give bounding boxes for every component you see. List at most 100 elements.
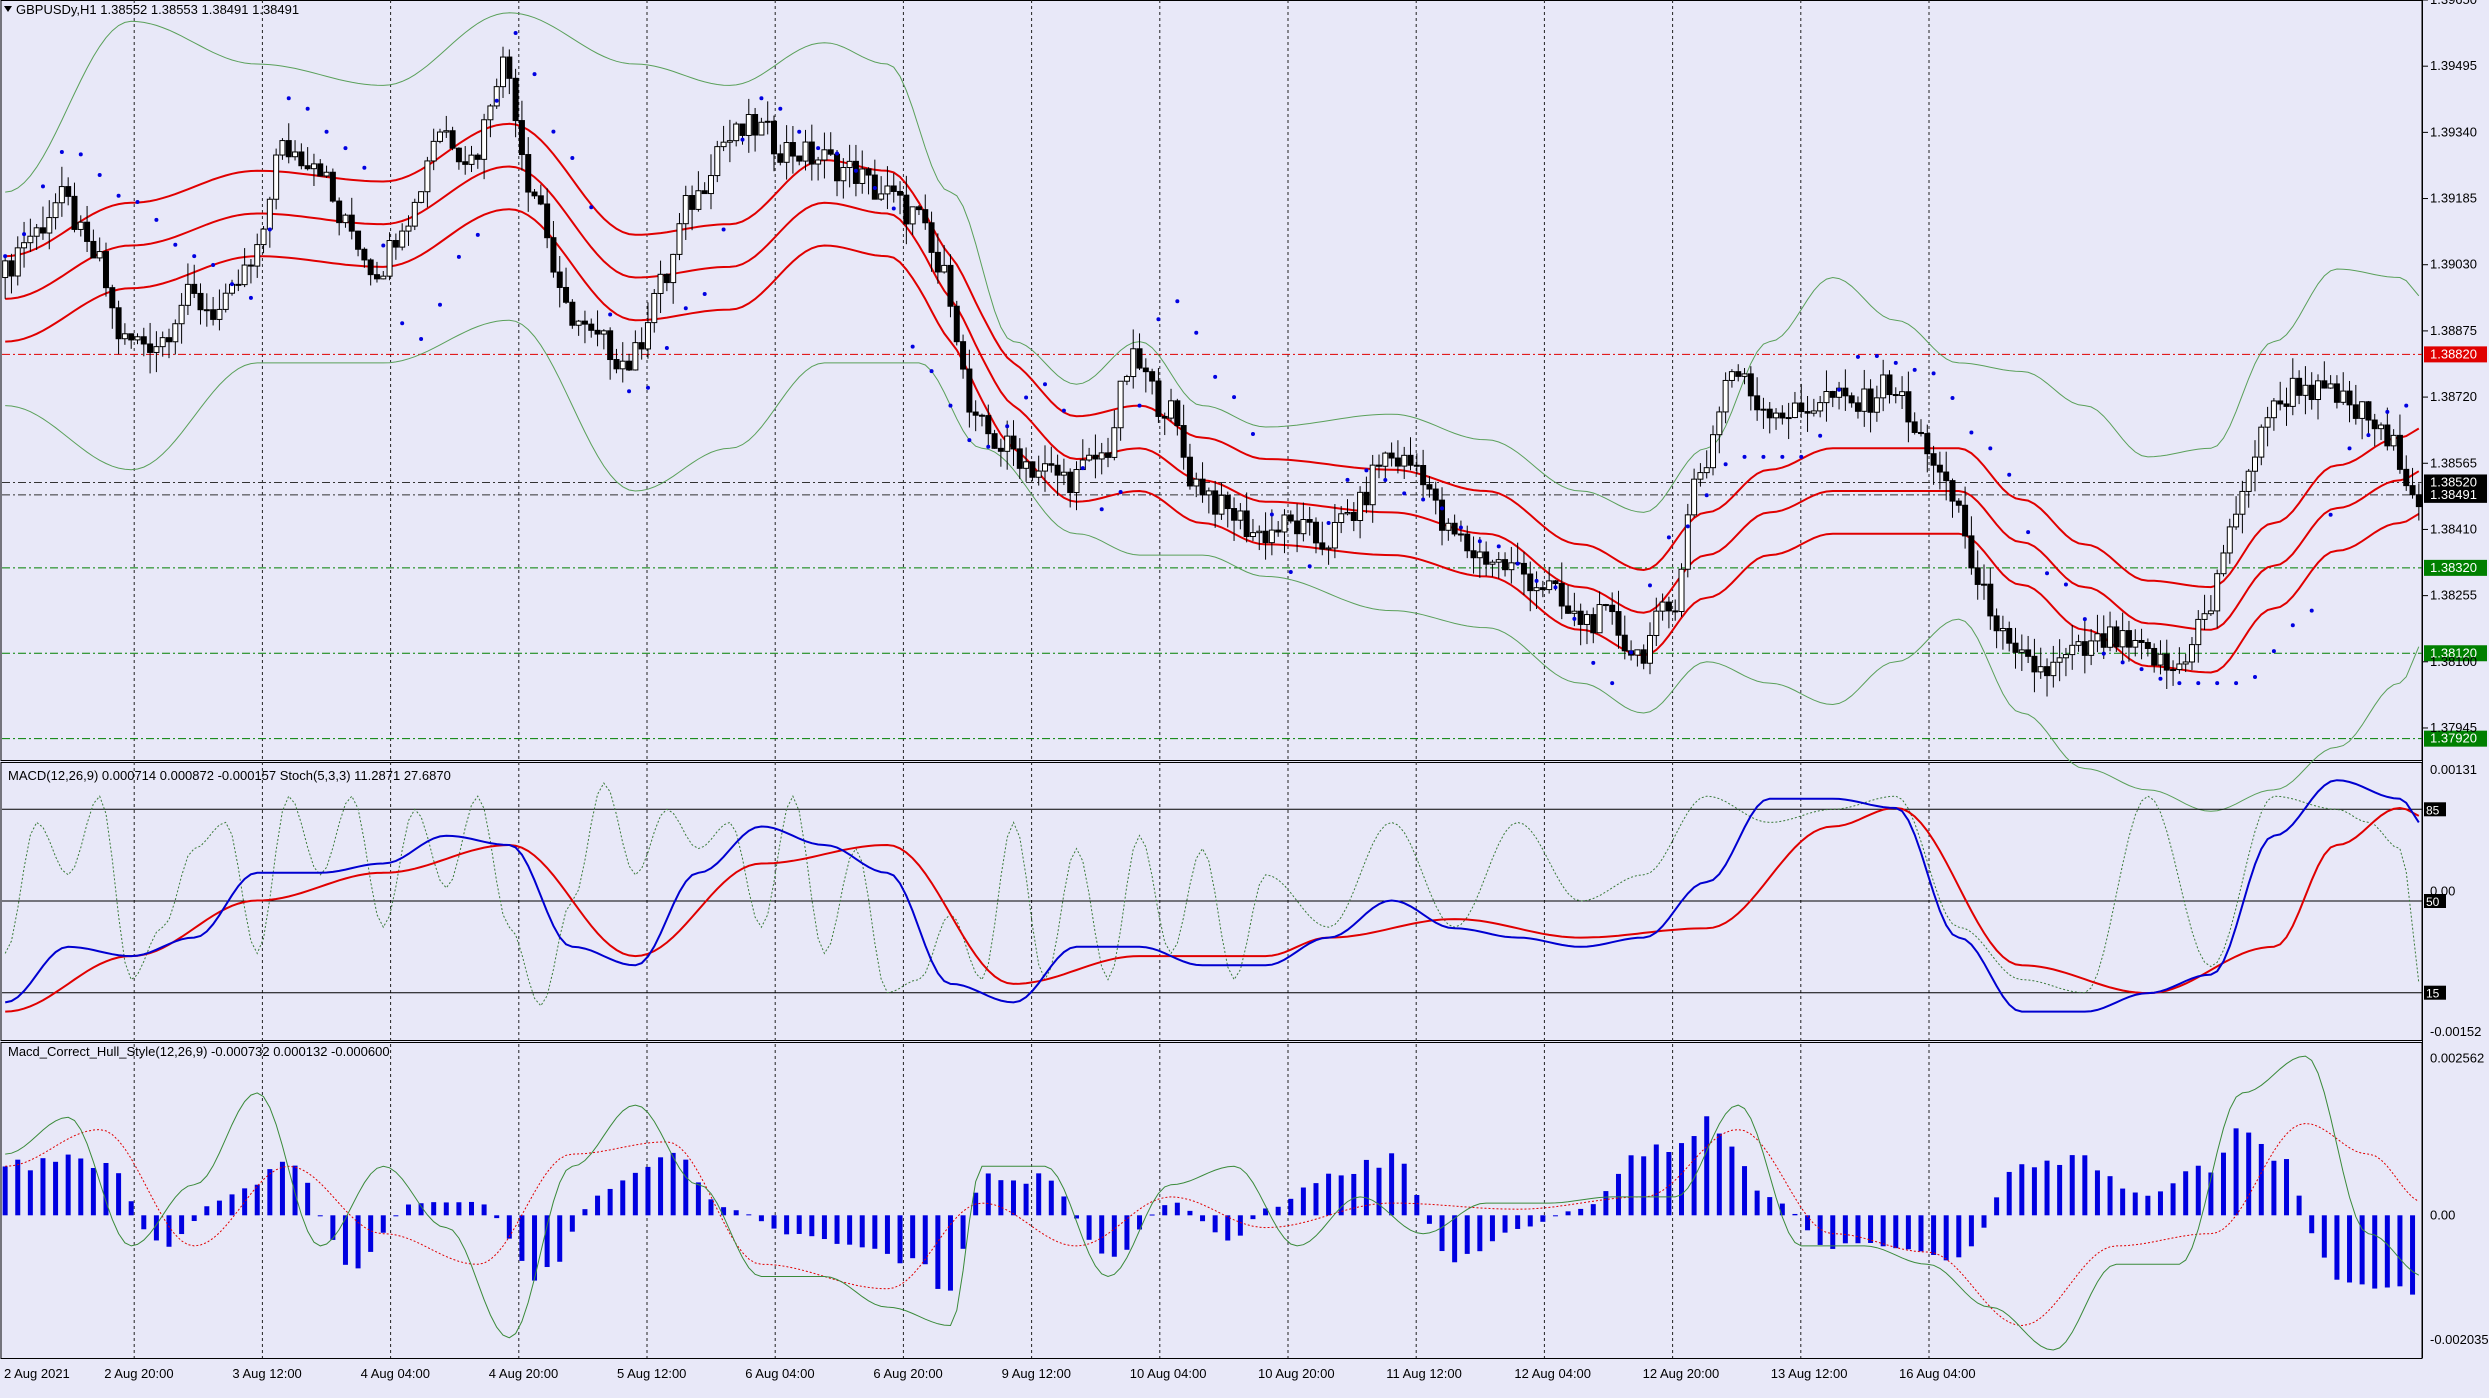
histogram-bar xyxy=(607,1188,613,1216)
price-tick-label: 1.38720 xyxy=(2430,389,2477,404)
sar-dot xyxy=(664,345,669,350)
sar-dot xyxy=(1326,521,1331,526)
histogram-bar xyxy=(771,1215,777,1229)
sar-dot xyxy=(381,243,386,248)
sar-dot xyxy=(1458,525,1463,530)
candle-body xyxy=(1854,402,1861,412)
candle-body xyxy=(1804,411,1811,414)
candle-body xyxy=(1968,535,1975,569)
histogram-bar xyxy=(1653,1144,1659,1216)
candle-body xyxy=(1911,421,1918,433)
candle-body xyxy=(2075,641,2082,646)
candle-body xyxy=(1029,461,1036,478)
candle-body xyxy=(1312,521,1319,544)
candle-body xyxy=(1810,410,1817,414)
candle-body xyxy=(1672,610,1679,613)
sar-dot xyxy=(1213,374,1218,379)
candle-body xyxy=(1728,371,1735,381)
candle-body xyxy=(796,155,803,162)
candle-body xyxy=(1350,511,1357,522)
histogram-bar xyxy=(985,1173,991,1216)
time-label: 11 Aug 12:00 xyxy=(1386,1366,1462,1381)
candle-body xyxy=(1949,480,1956,502)
histogram-bar xyxy=(1452,1215,1458,1263)
candle-body xyxy=(2100,633,2107,648)
candle-body xyxy=(2107,626,2114,648)
candle-body xyxy=(682,195,689,225)
candle-body xyxy=(1653,610,1660,636)
sar-dot xyxy=(967,438,972,443)
candle-body xyxy=(386,240,393,277)
histogram-bar xyxy=(1552,1215,1558,1217)
candle-body xyxy=(1464,533,1471,552)
candle-body xyxy=(2239,490,2246,515)
candle-body xyxy=(1205,490,1212,496)
candle-body xyxy=(1256,530,1263,534)
candle-body xyxy=(537,195,544,205)
histogram-bar xyxy=(53,1161,59,1216)
candle-body xyxy=(1149,371,1156,382)
sar-dot xyxy=(853,168,858,173)
histogram-bar xyxy=(1149,1214,1155,1216)
candle-body xyxy=(1552,580,1559,585)
candle-body xyxy=(1281,514,1288,533)
candle-body xyxy=(745,114,752,136)
sar-dot xyxy=(1988,446,1993,451)
candle-body xyxy=(1848,395,1855,404)
sar-dot xyxy=(1742,454,1747,459)
hull-signal-line xyxy=(5,1122,2420,1327)
sar-dot xyxy=(1496,544,1501,549)
sar-dot xyxy=(1232,395,1237,400)
sar-dot xyxy=(1345,477,1350,482)
candle-body xyxy=(323,171,330,177)
candle-body xyxy=(90,240,97,259)
histogram-bar xyxy=(2069,1155,2075,1216)
histogram-bar xyxy=(1313,1183,1319,1216)
histogram-bar xyxy=(2057,1164,2063,1216)
candle-body xyxy=(1067,471,1074,493)
candle-body xyxy=(153,346,160,353)
candle-body xyxy=(707,175,714,195)
candle-body xyxy=(991,433,998,449)
candle-body xyxy=(58,186,65,204)
candle-body xyxy=(1344,511,1351,515)
candle-body xyxy=(102,251,109,289)
histogram-bar xyxy=(2157,1191,2163,1216)
candle-body xyxy=(1697,472,1704,480)
candle-body xyxy=(1325,547,1332,550)
candle-body xyxy=(1445,522,1452,531)
sar-dot xyxy=(78,152,83,157)
sar-dot xyxy=(929,369,934,374)
candle-body xyxy=(670,253,677,284)
histogram-bar xyxy=(1187,1210,1193,1216)
candle-body xyxy=(361,248,368,261)
candle-body xyxy=(1691,478,1698,516)
candle-body xyxy=(1369,464,1376,506)
trading-chart[interactable]: 1.38820 1.38520 1.38491 1.38320 1.38120 1.379… xyxy=(0,0,2489,1393)
sar-dot xyxy=(891,206,896,211)
histogram-bar xyxy=(1842,1215,1848,1244)
candle-body xyxy=(449,130,456,149)
sar-dot xyxy=(59,150,64,155)
candle-body xyxy=(2403,468,2410,487)
histogram-bar xyxy=(897,1215,903,1264)
price-tick-label: 1.37945 xyxy=(2430,720,2477,735)
envelope-middle xyxy=(5,165,2420,631)
bollinger-bands xyxy=(5,12,2420,812)
candle-body xyxy=(1451,522,1458,535)
candle-body xyxy=(676,223,683,255)
histogram-bar xyxy=(405,1204,411,1216)
candle-body xyxy=(1432,488,1439,501)
candle-body xyxy=(1035,470,1042,478)
histogram-bar xyxy=(2,1166,8,1216)
candle-body xyxy=(2044,666,2051,677)
sar-dot xyxy=(211,262,216,267)
level-label: 1.38820 xyxy=(2430,346,2477,361)
candle-body xyxy=(159,337,166,348)
candle-body xyxy=(65,186,72,197)
candle-body xyxy=(1565,605,1572,614)
candle-body xyxy=(802,141,809,162)
candles[interactable] xyxy=(2,46,2422,697)
time-label: 6 Aug 04:00 xyxy=(745,1366,814,1381)
triangle-down-icon[interactable] xyxy=(4,6,12,12)
